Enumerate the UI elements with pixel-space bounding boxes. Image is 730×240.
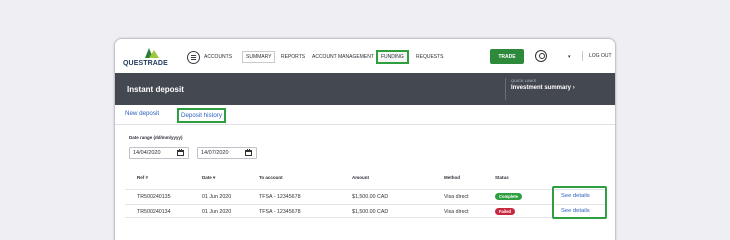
- tab-deposit-history[interactable]: Deposit history: [177, 108, 226, 123]
- nav-reports[interactable]: REPORTS: [281, 54, 305, 60]
- column-header-amount[interactable]: Amount: [352, 175, 369, 180]
- column-header-ref[interactable]: Ref #: [137, 175, 148, 180]
- column-header-method[interactable]: Method: [444, 175, 460, 180]
- cell-ref: TR500240135: [137, 194, 171, 200]
- quick-links: QUICK LINKS Investment summary ›: [505, 78, 575, 100]
- cell-amount: $1,500.00 CAD: [352, 209, 389, 215]
- account-profile-icon[interactable]: [535, 50, 547, 62]
- status-badge: Failed: [495, 208, 516, 215]
- nav-requests[interactable]: REQUESTS: [416, 54, 444, 60]
- calendar-icon[interactable]: [177, 149, 184, 156]
- table-row: TR500240135 01 Jun 2020 TFSA - 12345678 …: [125, 189, 607, 203]
- see-details-highlight: [552, 186, 607, 219]
- cell-amount: $1,500.00 CAD: [352, 194, 389, 200]
- status-badge: Complete: [495, 193, 523, 200]
- see-details-link[interactable]: See details: [561, 208, 590, 214]
- trade-button[interactable]: TRADE: [490, 49, 524, 64]
- deposit-tabs: New deposit Deposit history: [115, 105, 615, 125]
- logo-text: QUESTRADE: [123, 60, 168, 67]
- top-navigation: QUESTRADE ACCOUNTS SUMMARY REPORTS ACCOU…: [115, 39, 615, 73]
- calendar-icon[interactable]: [245, 149, 252, 156]
- tab-new-deposit[interactable]: New deposit: [125, 110, 159, 117]
- table-row: TR500240134 01 Jun 2020 TFSA - 12345678 …: [125, 204, 607, 218]
- cell-date: 01 Jun 2020: [202, 194, 232, 200]
- cell-method: Visa direct: [444, 194, 469, 200]
- questrade-logo[interactable]: QUESTRADE: [121, 48, 183, 68]
- column-header-date[interactable]: Date ▾: [202, 175, 215, 181]
- page-banner: Instant deposit QUICK LINKS Investment s…: [115, 73, 615, 105]
- nav-summary[interactable]: SUMMARY: [242, 51, 276, 63]
- date-range-label: Date range (dd/mm/yyyy): [129, 135, 183, 140]
- cell-account: TFSA - 12345678: [259, 194, 301, 200]
- page-title: Instant deposit: [127, 85, 184, 94]
- nav-funding[interactable]: FUNDING: [376, 50, 409, 64]
- see-details-link[interactable]: See details: [561, 193, 590, 199]
- cell-ref: TR500240134: [137, 209, 171, 215]
- chevron-down-icon[interactable]: ▾: [568, 54, 571, 60]
- app-window: QUESTRADE ACCOUNTS SUMMARY REPORTS ACCOU…: [114, 38, 616, 240]
- investment-summary-link[interactable]: Investment summary ›: [511, 85, 575, 91]
- nav-account-management[interactable]: ACCOUNT MANAGEMENT: [312, 54, 374, 60]
- hamburger-menu-icon[interactable]: [187, 51, 200, 64]
- column-header-to-account[interactable]: To account: [259, 175, 283, 180]
- logout-link[interactable]: LOG OUT: [582, 51, 612, 61]
- nav-accounts[interactable]: ACCOUNTS: [204, 54, 232, 60]
- cell-account: TFSA - 12345678: [259, 209, 301, 215]
- logo-mark-leaf-icon: [149, 50, 159, 58]
- quick-links-label: QUICK LINKS: [511, 78, 537, 83]
- cell-date: 01 Jun 2020: [202, 209, 232, 215]
- cell-method: Visa direct: [444, 209, 469, 215]
- column-header-status[interactable]: Status: [495, 175, 509, 180]
